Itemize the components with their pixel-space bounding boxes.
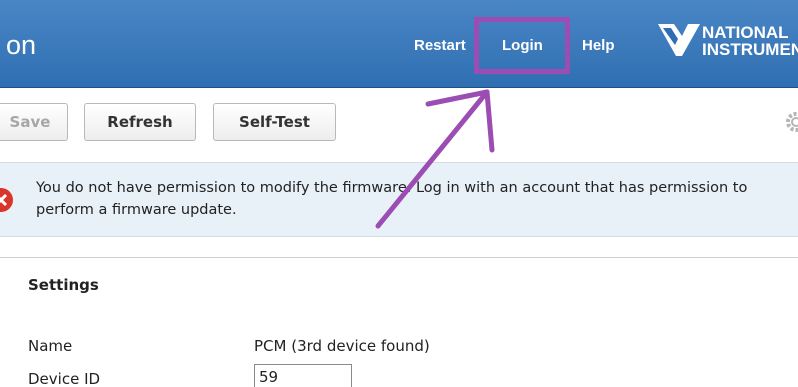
save-button[interactable]: Save bbox=[0, 103, 68, 141]
ni-logo: NATIONAL INSTRUMENTS bbox=[658, 22, 798, 62]
error-icon bbox=[0, 188, 13, 212]
help-link[interactable]: Help bbox=[582, 37, 615, 54]
ni-logo-icon bbox=[658, 24, 700, 56]
notice-message: You do not have permission to modify the… bbox=[36, 180, 748, 218]
app-header: on Restart Login Help NATIONAL INSTRUMEN… bbox=[0, 0, 798, 88]
device-id-label: Device ID bbox=[28, 370, 101, 387]
refresh-button[interactable]: Refresh bbox=[84, 103, 196, 141]
section-divider bbox=[0, 257, 798, 258]
login-highlight-box bbox=[474, 17, 570, 74]
name-label: Name bbox=[28, 337, 73, 355]
logo-line-1: NATIONAL bbox=[702, 23, 789, 42]
settings-heading: Settings bbox=[28, 276, 99, 294]
name-value: PCM (3rd device found) bbox=[254, 337, 430, 355]
logo-text: NATIONAL INSTRUMENTS bbox=[702, 24, 798, 58]
toolbar: Save Refresh Self-Test bbox=[0, 88, 798, 160]
app-title: on bbox=[6, 30, 37, 60]
gear-icon[interactable] bbox=[784, 110, 798, 134]
permission-notice: You do not have permission to modify the… bbox=[0, 162, 798, 237]
self-test-button[interactable]: Self-Test bbox=[213, 103, 336, 141]
device-id-input[interactable]: 59 bbox=[254, 364, 352, 387]
restart-link[interactable]: Restart bbox=[414, 37, 466, 54]
logo-line-2: INSTRUMENTS bbox=[702, 40, 798, 59]
